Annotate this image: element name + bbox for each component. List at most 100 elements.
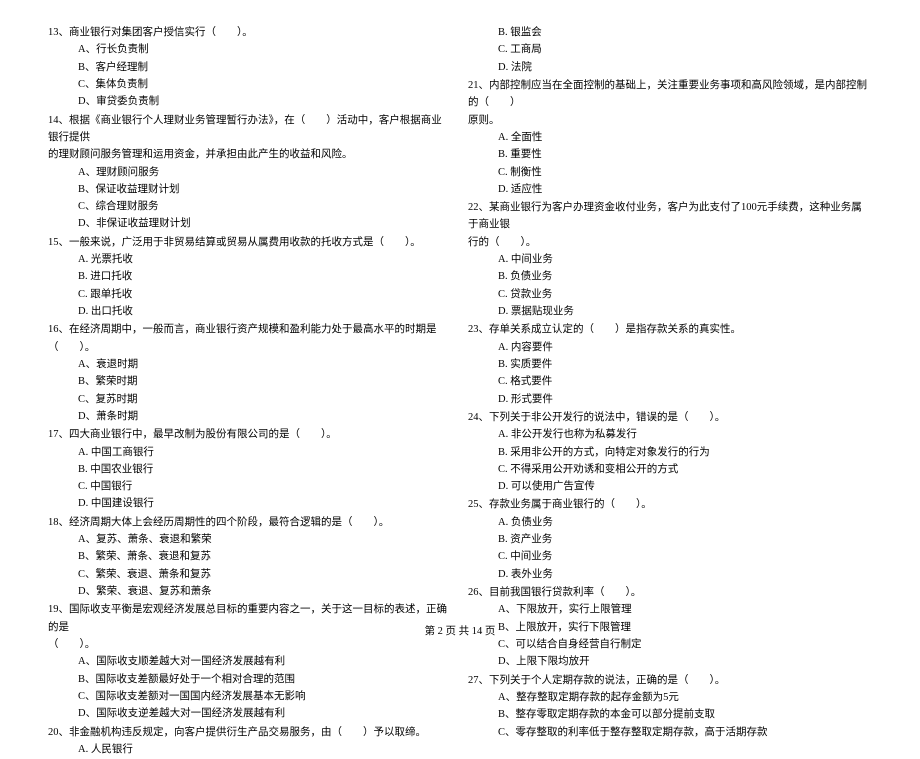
option-c: C、国际收支差额对一国国内经济发展基本无影响 <box>78 688 452 705</box>
question-20: 20、非金融机构违反规定，向客户提供衍生产品交易服务，由（ ）予以取缔。 A. … <box>48 724 452 759</box>
option-b: B. 实质要件 <box>498 356 872 373</box>
option-d: D. 法院 <box>498 59 872 76</box>
question-options: A、国际收支顺差越大对一国经济发展越有利 B、国际收支差额最好处于一个相对合理的… <box>48 653 452 722</box>
option-c: C、可以结合自身经营自行制定 <box>498 636 872 653</box>
option-b: B、繁荣时期 <box>78 373 452 390</box>
option-a: A、国际收支顺差越大对一国经济发展越有利 <box>78 653 452 670</box>
option-d: D. 出口托收 <box>78 303 452 320</box>
option-b: B. 中国农业银行 <box>78 461 452 478</box>
option-a: A. 光票托收 <box>78 251 452 268</box>
option-c: C、繁荣、衰退、萧条和复苏 <box>78 566 452 583</box>
question-options: A、复苏、萧条、衰退和繁荣 B、繁荣、萧条、衰退和复苏 C、繁荣、衰退、萧条和复… <box>48 531 452 600</box>
question-stem: 20、非金融机构违反规定，向客户提供衍生产品交易服务，由（ ）予以取缔。 <box>48 724 452 741</box>
question-stem: 27、下列关于个人定期存款的说法，正确的是（ ）。 <box>468 672 872 689</box>
option-a: A、整存整取定期存款的起存金额为5元 <box>498 689 872 706</box>
question-options: A、理财顾问服务 B、保证收益理财计划 C、综合理财服务 D、非保证收益理财计划 <box>48 164 452 233</box>
option-d: D、萧条时期 <box>78 408 452 425</box>
question-stem-cont: （ ）。 <box>48 636 452 653</box>
question-options: A. 全面性 B. 重要性 C. 制衡性 D. 适应性 <box>468 129 872 198</box>
question-21: 21、内部控制应当在全面控制的基础上，关注重要业务事项和高风险领域，是内部控制的… <box>468 77 872 198</box>
question-stem-cont: 的理财顾问服务管理和运用资金，并承担由此产生的收益和风险。 <box>48 146 452 163</box>
question-stem: 17、四大商业银行中，最早改制为股份有限公司的是（ ）。 <box>48 426 452 443</box>
question-15: 15、一般来说，广泛用于非贸易结算或贸易从属费用收款的托收方式是（ ）。 A. … <box>48 234 452 321</box>
question-options: A. 中间业务 B. 负债业务 C. 贷款业务 D. 票据贴现业务 <box>468 251 872 320</box>
question-options: A. 负债业务 B. 资产业务 C. 中间业务 D. 表外业务 <box>468 514 872 583</box>
option-c: C. 中国银行 <box>78 478 452 495</box>
question-stem: 21、内部控制应当在全面控制的基础上，关注重要业务事项和高风险领域，是内部控制的… <box>468 77 872 112</box>
question-options: B. 银监会 C. 工商局 D. 法院 <box>468 24 872 76</box>
exam-page: 13、商业银行对集团客户授信实行（ ）。 A、行长负责制 B、客户经理制 C、集… <box>0 0 920 759</box>
question-22: 22、某商业银行为客户办理资金收付业务，客户为此支付了100元手续费，这种业务属… <box>468 199 872 320</box>
option-c: C、复苏时期 <box>78 391 452 408</box>
option-b: B、保证收益理财计划 <box>78 181 452 198</box>
question-options: A、衰退时期 B、繁荣时期 C、复苏时期 D、萧条时期 <box>48 356 452 425</box>
question-27: 27、下列关于个人定期存款的说法，正确的是（ ）。 A、整存整取定期存款的起存金… <box>468 672 872 741</box>
option-d: D、审贷委负责制 <box>78 93 452 110</box>
option-a: A、理财顾问服务 <box>78 164 452 181</box>
question-options: A、行长负责制 B、客户经理制 C、集体负责制 D、审贷委负责制 <box>48 41 452 110</box>
option-c: C. 贷款业务 <box>498 286 872 303</box>
option-b: B. 负债业务 <box>498 268 872 285</box>
option-b: B. 进口托收 <box>78 268 452 285</box>
option-b: B、繁荣、萧条、衰退和复苏 <box>78 548 452 565</box>
option-b: B. 重要性 <box>498 146 872 163</box>
question-stem: 13、商业银行对集团客户授信实行（ ）。 <box>48 24 452 41</box>
option-a: A、复苏、萧条、衰退和繁荣 <box>78 531 452 548</box>
option-a: A. 非公开发行也称为私募发行 <box>498 426 872 443</box>
page-footer: 第 2 页 共 14 页 <box>0 623 920 638</box>
question-stem: 26、目前我国银行贷款利率（ ）。 <box>468 584 872 601</box>
left-column: 13、商业银行对集团客户授信实行（ ）。 A、行长负责制 B、客户经理制 C、集… <box>40 24 460 759</box>
question-stem: 16、在经济周期中，一般而言，商业银行资产规模和盈利能力处于最高水平的时期是（ … <box>48 321 452 356</box>
question-16: 16、在经济周期中，一般而言，商业银行资产规模和盈利能力处于最高水平的时期是（ … <box>48 321 452 425</box>
question-25: 25、存款业务属于商业银行的（ ）。 A. 负债业务 B. 资产业务 C. 中间… <box>468 496 872 583</box>
option-b: B. 银监会 <box>498 24 872 41</box>
question-options: A. 中国工商银行 B. 中国农业银行 C. 中国银行 D. 中国建设银行 <box>48 444 452 513</box>
option-d: D. 表外业务 <box>498 566 872 583</box>
option-b: B、客户经理制 <box>78 59 452 76</box>
option-c: C、零存整取的利率低于整存整取定期存款，高于活期存款 <box>498 724 872 741</box>
right-column: B. 银监会 C. 工商局 D. 法院 21、内部控制应当在全面控制的基础上，关… <box>460 24 880 759</box>
question-options: A. 非公开发行也称为私募发行 B. 采用非公开的方式，向特定对象发行的行为 C… <box>468 426 872 495</box>
question-24: 24、下列关于非公开发行的说法中，错误的是（ ）。 A. 非公开发行也称为私募发… <box>468 409 872 496</box>
option-b: B、整存零取定期存款的本金可以部分提前支取 <box>498 706 872 723</box>
option-b: B、国际收支差额最好处于一个相对合理的范围 <box>78 671 452 688</box>
question-20-cont: B. 银监会 C. 工商局 D. 法院 <box>468 24 872 76</box>
option-d: D. 适应性 <box>498 181 872 198</box>
option-a: A、行长负责制 <box>78 41 452 58</box>
option-b: B. 资产业务 <box>498 531 872 548</box>
question-stem: 15、一般来说，广泛用于非贸易结算或贸易从属费用收款的托收方式是（ ）。 <box>48 234 452 251</box>
question-stem-cont: 行的（ ）。 <box>468 234 872 251</box>
option-d: D. 形式要件 <box>498 391 872 408</box>
option-a: A、下限放开，实行上限管理 <box>498 601 872 618</box>
question-19: 19、国际收支平衡是宏观经济发展总目标的重要内容之一，关于这一目标的表述，正确的… <box>48 601 452 722</box>
question-options: A. 内容要件 B. 实质要件 C. 格式要件 D. 形式要件 <box>468 339 872 408</box>
question-stem: 22、某商业银行为客户办理资金收付业务，客户为此支付了100元手续费，这种业务属… <box>468 199 872 234</box>
option-d: D、上限下限均放开 <box>498 653 872 670</box>
option-c: C. 工商局 <box>498 41 872 58</box>
question-13: 13、商业银行对集团客户授信实行（ ）。 A、行长负责制 B、客户经理制 C、集… <box>48 24 452 111</box>
option-d: D. 票据贴现业务 <box>498 303 872 320</box>
option-d: D. 可以使用广告宣传 <box>498 478 872 495</box>
option-a: A. 内容要件 <box>498 339 872 356</box>
option-d: D、非保证收益理财计划 <box>78 215 452 232</box>
option-c: C、集体负责制 <box>78 76 452 93</box>
question-stem: 14、根据《商业银行个人理财业务管理暂行办法》，在（ ）活动中，客户根据商业银行… <box>48 112 452 147</box>
option-c: C. 格式要件 <box>498 373 872 390</box>
question-stem: 23、存单关系成立认定的（ ）是指存款关系的真实性。 <box>468 321 872 338</box>
option-c: C. 制衡性 <box>498 164 872 181</box>
question-18: 18、经济周期大体上会经历周期性的四个阶段，最符合逻辑的是（ ）。 A、复苏、萧… <box>48 514 452 601</box>
question-17: 17、四大商业银行中，最早改制为股份有限公司的是（ ）。 A. 中国工商银行 B… <box>48 426 452 513</box>
option-a: A. 负债业务 <box>498 514 872 531</box>
option-a: A. 中国工商银行 <box>78 444 452 461</box>
option-d: D. 中国建设银行 <box>78 495 452 512</box>
question-stem-cont: 原则。 <box>468 112 872 129</box>
option-b: B. 采用非公开的方式，向特定对象发行的行为 <box>498 444 872 461</box>
question-stem: 25、存款业务属于商业银行的（ ）。 <box>468 496 872 513</box>
question-options: A. 人民银行 <box>48 741 452 758</box>
option-a: A、衰退时期 <box>78 356 452 373</box>
option-c: C、综合理财服务 <box>78 198 452 215</box>
question-23: 23、存单关系成立认定的（ ）是指存款关系的真实性。 A. 内容要件 B. 实质… <box>468 321 872 408</box>
question-14: 14、根据《商业银行个人理财业务管理暂行办法》，在（ ）活动中，客户根据商业银行… <box>48 112 452 233</box>
option-d: D、国际收支逆差越大对一国经济发展越有利 <box>78 705 452 722</box>
option-a: A. 中间业务 <box>498 251 872 268</box>
